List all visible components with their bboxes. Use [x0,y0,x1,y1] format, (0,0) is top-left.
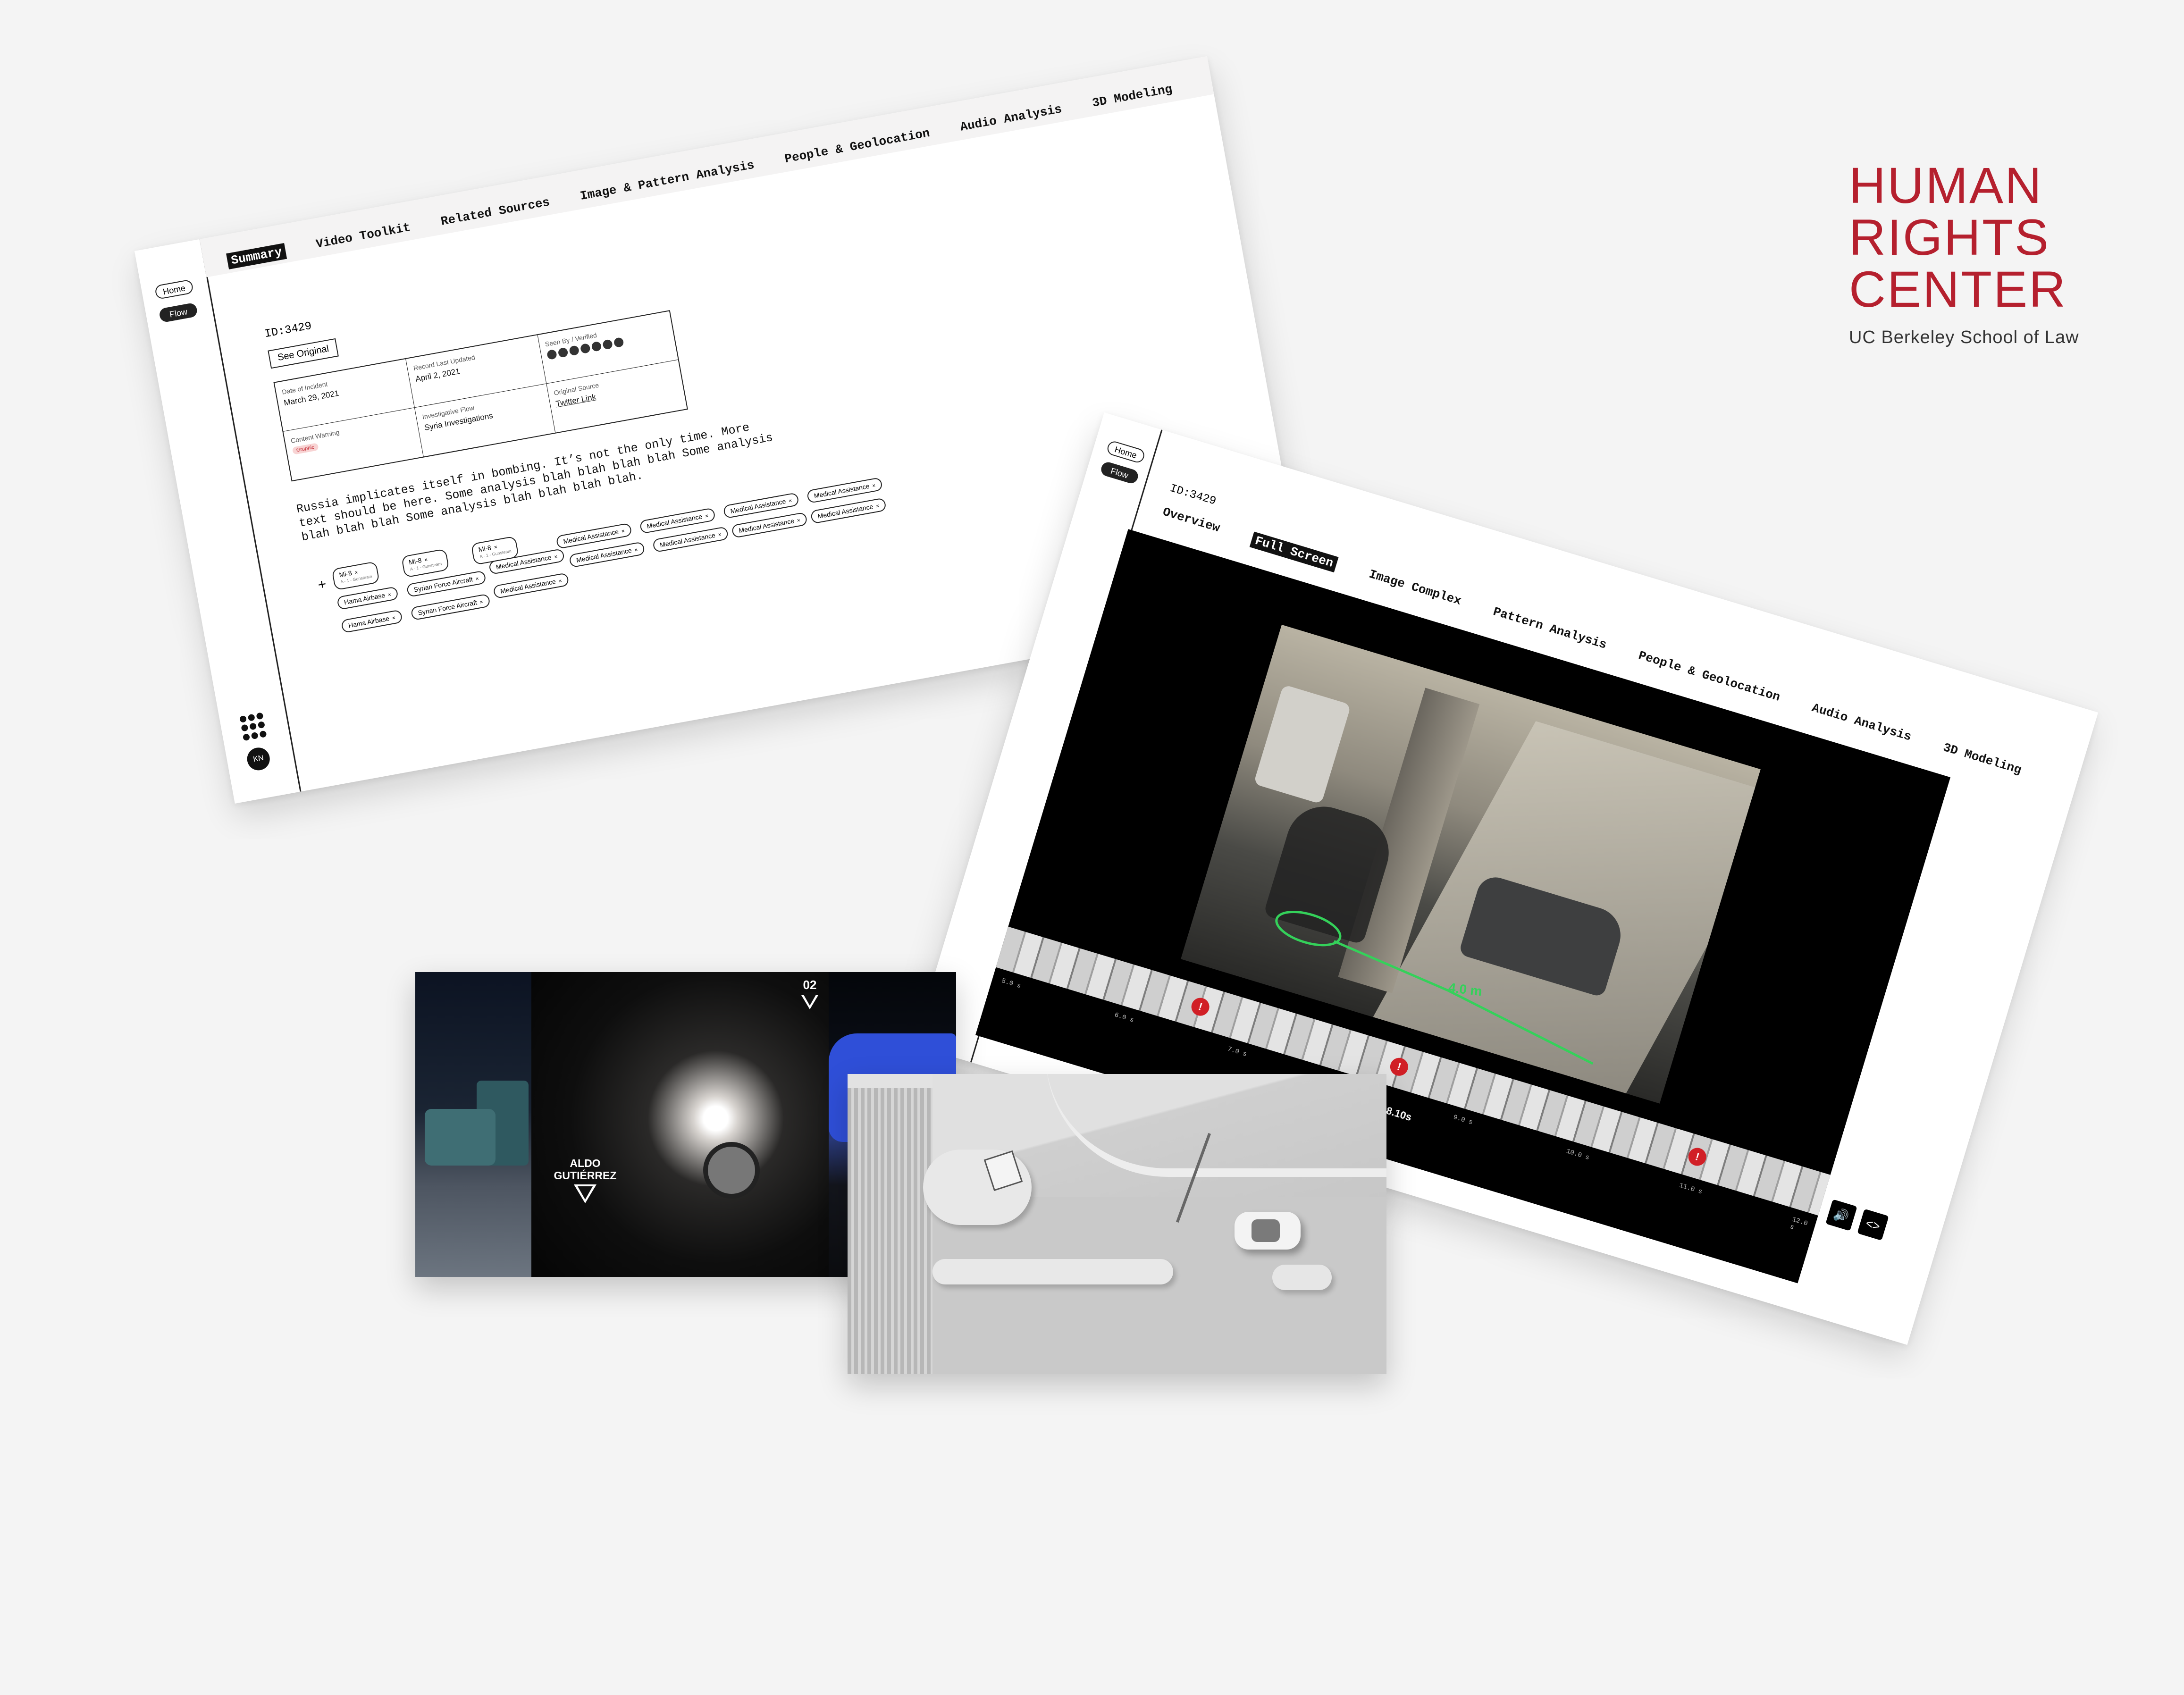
logo-line-1: HUMAN [1849,157,2043,214]
tag-label: Medical Assistance [646,512,703,530]
tag-chip[interactable]: Syrian Force Aircraft × [410,593,491,621]
tag-chip[interactable]: Medical Assistance × [493,572,570,599]
home-button[interactable]: Home [154,279,194,300]
teal-truck [425,1109,496,1166]
tab-image-complex[interactable]: Image Complex [1367,567,1463,610]
down-triangle-icon [801,992,818,1009]
tab-full-screen[interactable]: Full Screen [1249,531,1339,573]
remove-tag-icon[interactable]: × [387,591,392,598]
see-original-button[interactable]: See Original [268,338,339,369]
record-id: ID:3429 [1168,482,1218,508]
record-id: ID:3429 [263,319,313,341]
tag-label: Hama Airbase [343,591,386,606]
tag-label: Medical Assistance [659,531,716,549]
time-tick: 5.0 s [1000,977,1022,990]
camera-label: 02 [796,978,824,1009]
time-tick: 11.0 s [1678,1182,1704,1196]
tag-chip[interactable]: Medical Assistance × [568,541,646,568]
tag-chip[interactable]: Hama Airbase × [340,609,403,634]
person-name: ALDO GUTIÉRREZ [554,1157,617,1182]
user-avatar[interactable]: KN [245,746,272,772]
tag-chip[interactable]: Mi-8 × A - 1 - Gunsteam [401,548,450,578]
remove-tag-icon[interactable]: × [554,553,558,560]
remove-tag-icon[interactable]: × [797,517,801,524]
remove-tag-icon[interactable]: × [392,614,396,621]
building-facade [848,1074,932,1374]
center-footage [531,972,829,1277]
time-tick: 12.0 s [1789,1216,1809,1232]
tab-overview[interactable]: Overview [1160,505,1221,537]
tag-label: Medical Assistance [813,482,870,500]
tag-chip[interactable]: Medical Assistance × [810,497,887,524]
time-tick: 7.0 s [1226,1045,1248,1058]
remove-tag-icon[interactable]: × [788,497,792,504]
remove-tag-icon[interactable]: × [558,577,562,584]
tag-chip[interactable]: Mi-8 × A - 1 - Gunsteam [331,561,380,591]
hrc-logo: HUMAN RIGHTS CENTER UC Berkeley School o… [1849,159,2094,348]
tab-bar: Summary Video Toolkit Related Sources Im… [226,82,1174,269]
remove-tag-icon[interactable]: × [475,575,479,582]
time-tick: 6.0 s [1113,1011,1135,1024]
time-tick: 10.0 s [1565,1148,1590,1162]
tag-label: Medical Assistance [499,577,556,595]
tab-3d-modeling[interactable]: 3D Modeling [1941,740,2023,779]
tag-chip[interactable]: Hama Airbase × [336,586,399,610]
tag-label: Syrian Force Aircraft [417,598,478,617]
remove-tag-icon[interactable]: × [634,546,638,554]
remove-tag-icon[interactable]: × [621,528,625,535]
remove-tag-icon[interactable]: × [494,544,498,551]
car-model [1235,1212,1301,1250]
add-tag-button[interactable]: + [317,576,328,594]
tag-label: Medical Assistance [730,497,787,515]
tag-label: Medical Assistance [738,517,795,535]
person-label: ALDO GUTIÉRREZ [543,1145,628,1216]
code-icon[interactable]: <> [1857,1208,1889,1241]
tag-label: Medical Assistance [817,503,874,520]
vehicle-wheel [703,1142,760,1199]
left-3d-render [415,972,531,1277]
down-triangle-icon [574,1184,596,1203]
remove-tag-icon[interactable]: × [875,503,880,510]
home-button[interactable]: Home [1106,439,1146,464]
building-roof [848,1074,932,1088]
remove-tag-icon[interactable]: × [717,531,722,538]
sidebar: Home Flow KN [134,239,302,804]
tag-label: Medical Assistance [563,528,620,545]
remove-tag-icon[interactable]: × [705,512,709,520]
tag-chip[interactable]: Medical Assistance × [652,526,729,553]
road-pad [1272,1265,1332,1290]
tag-label: Medical Assistance [575,546,632,564]
flow-button[interactable]: Flow [1099,460,1140,485]
logo-subtitle: UC Berkeley School of Law [1849,327,2079,347]
flow-button[interactable]: Flow [158,302,198,323]
logo-line-2: RIGHTS [1849,209,2050,266]
barrier-island [932,1259,1173,1284]
speaker-icon[interactable]: 🔊 [1825,1199,1857,1231]
apps-grid-icon[interactable] [239,712,269,742]
tag-label: Hama Airbase [347,614,390,629]
tag-chip[interactable]: Medical Assistance × [731,512,808,538]
graphic-badge: Graphic [292,443,319,455]
tag-label: Syrian Force Aircraft [413,575,474,594]
remove-tag-icon[interactable]: × [872,482,876,489]
remove-tag-icon[interactable]: × [354,569,358,576]
3d-model-panel [848,1074,1386,1374]
time-tick: 9.0 s [1452,1113,1474,1127]
camera-number: 02 [803,978,817,992]
remove-tag-icon[interactable]: × [479,598,483,605]
remove-tag-icon[interactable]: × [424,556,428,563]
logo-line-3: CENTER [1849,260,2067,318]
